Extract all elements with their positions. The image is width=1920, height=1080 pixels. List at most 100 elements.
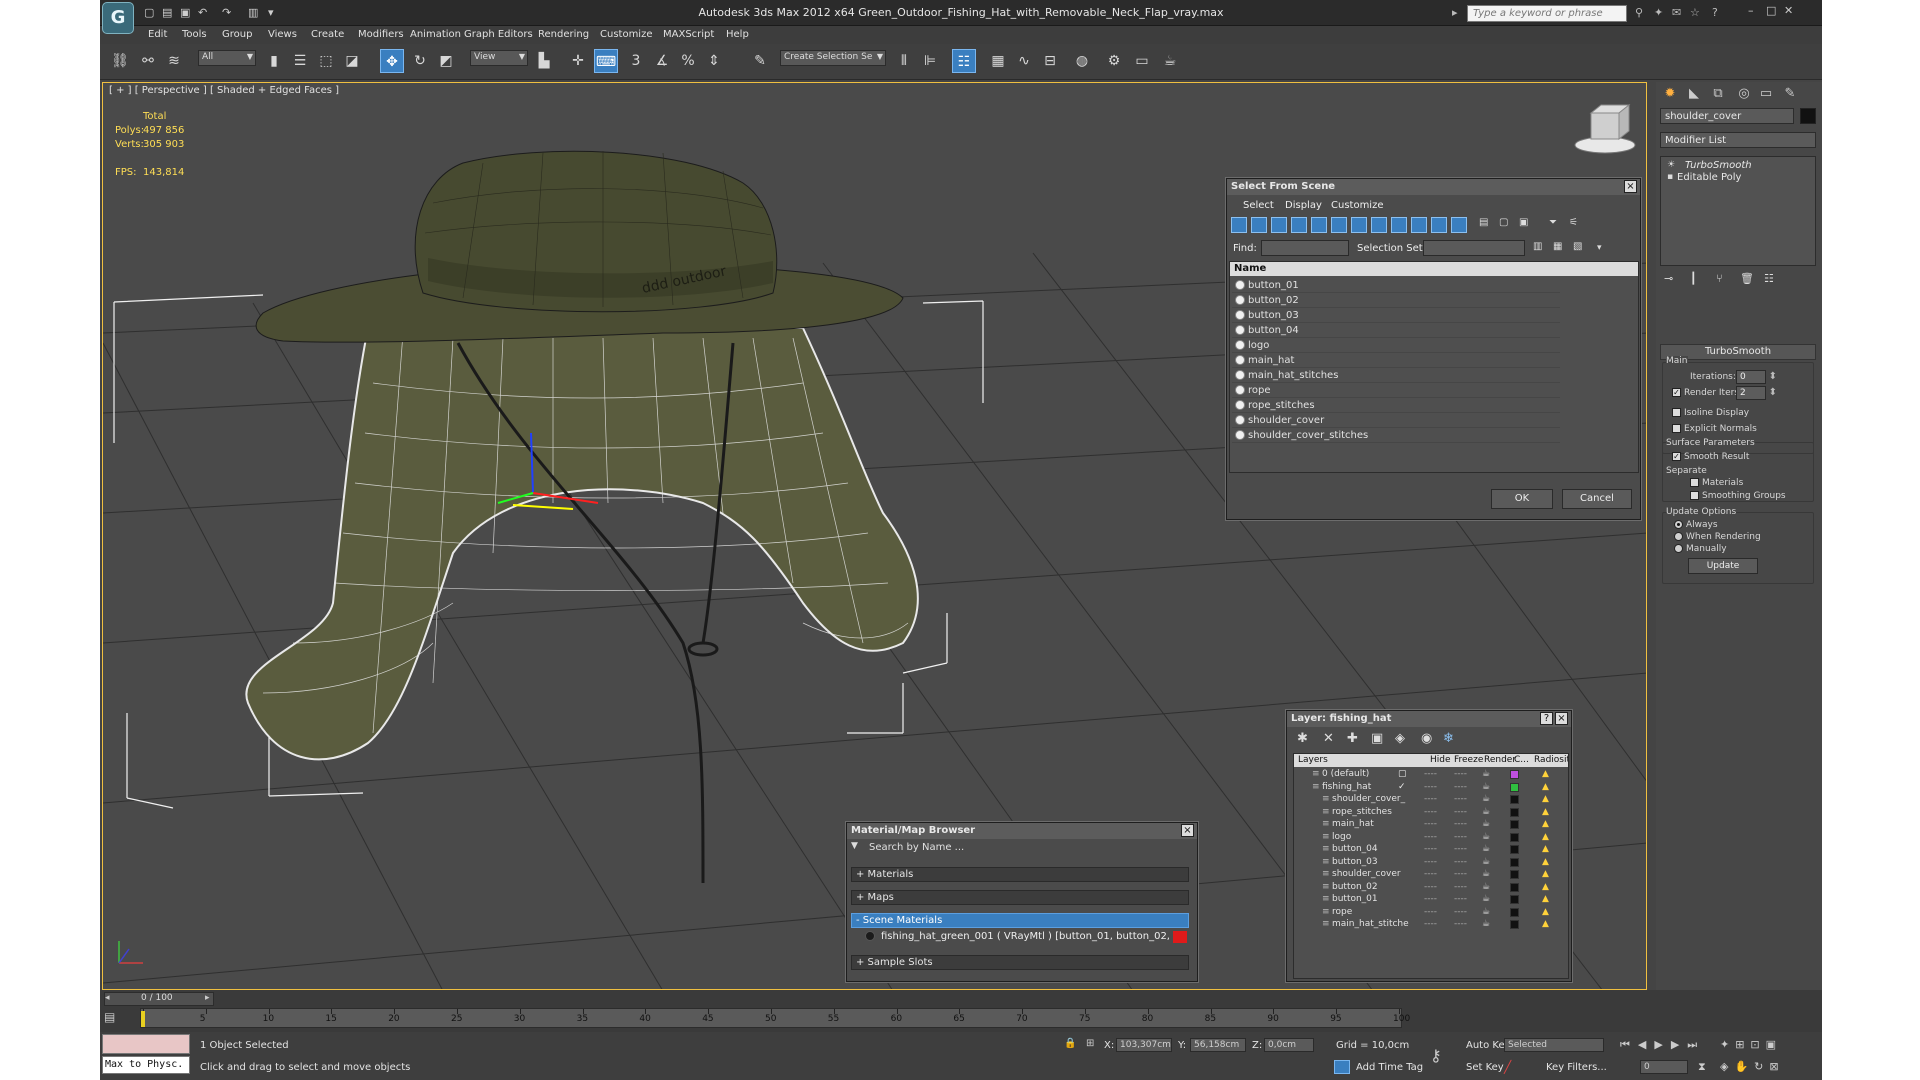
material-row[interactable]: fishing_hat_green_001 ( VRayMtl ) [butto… xyxy=(881,930,1173,944)
hide-toggle[interactable]: ---- xyxy=(1424,918,1437,931)
render-teapot-icon[interactable]: ☕ xyxy=(1482,818,1490,831)
freeze-toggle[interactable]: ---- xyxy=(1454,893,1467,906)
freeze-toggle[interactable]: ---- xyxy=(1454,781,1467,794)
maps-section[interactable]: + Maps xyxy=(851,890,1189,905)
viewport-label[interactable]: [ + ] [ Perspective ] [ Shaded + Edged F… xyxy=(109,85,339,96)
render-teapot-icon[interactable]: ☕ xyxy=(1482,806,1490,819)
mini-curve-icon[interactable]: ▤ xyxy=(104,1010,115,1024)
shapes-filter-icon[interactable] xyxy=(1251,217,1267,233)
col-hide[interactable]: Hide xyxy=(1430,755,1451,765)
snap-icon[interactable]: 3 xyxy=(624,49,648,73)
reference-coord-dropdown[interactable]: View xyxy=(470,50,528,66)
select-in-layer-icon[interactable]: ▣ xyxy=(1371,731,1383,746)
hide-toggle[interactable]: ---- xyxy=(1424,856,1437,869)
table-row[interactable]: ≡ main_hat_stitche ---- ---- ☕ ▲ xyxy=(1300,918,1564,931)
menu-customize[interactable]: Customize xyxy=(1331,200,1384,211)
menu-tools[interactable]: Tools xyxy=(182,29,207,40)
project-folder-icon[interactable]: ▥ xyxy=(248,6,258,19)
close-icon[interactable]: × xyxy=(1555,712,1568,725)
prev-frame-icon[interactable]: ◂ xyxy=(105,993,110,1003)
hide-all-icon[interactable]: ◉ xyxy=(1421,731,1432,746)
display-tab-icon[interactable]: ▭ xyxy=(1756,86,1776,104)
expand-icon[interactable]: ▪ xyxy=(1667,172,1673,182)
rotate-icon[interactable]: ↻ xyxy=(408,49,432,73)
layer-color-swatch[interactable] xyxy=(1510,857,1519,867)
communication-icon[interactable]: ✉ xyxy=(1672,6,1681,19)
render-teapot-icon[interactable]: ☕ xyxy=(1482,843,1490,856)
schematic-icon[interactable]: ⊟ xyxy=(1038,49,1062,73)
quick-access-dropdown-icon[interactable]: ▾ xyxy=(268,6,274,19)
pin-stack-icon[interactable]: ⊸ xyxy=(1664,272,1673,285)
radiosity-icon[interactable]: ▲ xyxy=(1542,893,1549,906)
y-coordinate-field[interactable]: 56,158cm xyxy=(1190,1038,1246,1052)
bind-spacewarp-icon[interactable]: ≋ xyxy=(162,49,186,73)
key-filters-button[interactable]: Key Filters... xyxy=(1546,1062,1607,1073)
find-input[interactable] xyxy=(1261,240,1349,256)
filter-options-icon[interactable]: ⚟ xyxy=(1569,217,1583,233)
more-options-icon[interactable]: ▾ xyxy=(1597,243,1602,253)
curve-editor-icon[interactable]: ∿ xyxy=(1012,49,1036,73)
utilities-tab-icon[interactable]: ✎ xyxy=(1780,86,1800,104)
trackbar[interactable]: 5 10 15 20 25 30 35 40 45 50 55 60 65 70 75 80 85 90 95 100 xyxy=(140,1008,1410,1028)
menu-select[interactable]: Select xyxy=(1243,200,1274,211)
hide-toggle[interactable]: ---- xyxy=(1424,893,1437,906)
iterations-spinner[interactable]: 0 xyxy=(1736,370,1777,384)
layer-color-swatch[interactable] xyxy=(1510,795,1519,804)
time-slider[interactable]: ◂ 0 / 100 ▸ xyxy=(104,992,214,1006)
radiosity-icon[interactable]: ▲ xyxy=(1542,768,1549,781)
menu-create[interactable]: Create xyxy=(311,29,344,40)
highlight-layer-icon[interactable]: ◈ xyxy=(1395,731,1405,746)
render-icon[interactable]: ☕ xyxy=(1158,49,1182,73)
radiosity-icon[interactable]: ▲ xyxy=(1542,806,1549,819)
materials-section[interactable]: + Materials xyxy=(851,867,1189,882)
layer-color-swatch[interactable] xyxy=(1510,907,1519,917)
angle-snap-icon[interactable]: ∡ xyxy=(650,49,674,73)
select-by-name-icon[interactable]: ☰ xyxy=(288,49,312,73)
menu-customize[interactable]: Customize xyxy=(600,29,653,40)
edit-named-selection-icon[interactable]: ✎ xyxy=(748,49,772,73)
add-to-layer-icon[interactable]: ✚ xyxy=(1347,731,1358,746)
render-teapot-icon[interactable]: ☕ xyxy=(1482,906,1490,919)
display-all-icon[interactable]: ▤ xyxy=(1479,217,1493,233)
current-layer-check-icon[interactable]: ✓ xyxy=(1398,781,1406,794)
render-teapot-icon[interactable]: ☕ xyxy=(1482,768,1490,781)
select-set-icon[interactable]: ▦ xyxy=(1553,241,1562,252)
material-editor-icon[interactable]: ◍ xyxy=(1070,49,1094,73)
hidden-filter-icon[interactable] xyxy=(1451,217,1467,233)
show-end-result-icon[interactable]: ┃ xyxy=(1690,272,1697,285)
table-row[interactable]: ≡ shoulder_cover ---- ---- ☕ ▲ xyxy=(1300,868,1564,881)
search-by-name-input[interactable]: Search by Name ... xyxy=(867,840,1193,855)
object-name-field[interactable]: shoulder_cover xyxy=(1660,108,1794,124)
layer-color-swatch[interactable] xyxy=(1510,882,1519,892)
hide-toggle[interactable]: ---- xyxy=(1424,868,1437,881)
rendered-frame-icon[interactable]: ▭ xyxy=(1130,49,1154,73)
col-radiosity[interactable]: Radiosity xyxy=(1534,755,1568,765)
selection-set-dropdown[interactable] xyxy=(1423,240,1525,256)
render-teapot-icon[interactable]: ☕ xyxy=(1482,893,1490,906)
freeze-toggle[interactable]: ---- xyxy=(1454,768,1467,781)
radiosity-icon[interactable]: ▲ xyxy=(1542,881,1549,894)
layer-color-swatch[interactable] xyxy=(1510,920,1519,929)
col-freeze[interactable]: Freeze xyxy=(1454,755,1483,765)
radiosity-icon[interactable]: ▲ xyxy=(1542,906,1549,919)
freeze-all-icon[interactable]: ❄ xyxy=(1443,731,1454,746)
render-teapot-icon[interactable]: ☕ xyxy=(1482,881,1490,894)
named-selection-dropdown[interactable]: Create Selection Se xyxy=(780,50,886,66)
list-item[interactable]: button_03 xyxy=(1232,308,1560,323)
freeze-toggle[interactable]: ---- xyxy=(1454,906,1467,919)
bones-filter-icon[interactable] xyxy=(1391,217,1407,233)
add-time-tag[interactable]: Add Time Tag xyxy=(1356,1062,1423,1073)
freeze-toggle[interactable]: ---- xyxy=(1454,881,1467,894)
geometry-filter-icon[interactable] xyxy=(1231,217,1247,233)
list-item[interactable]: button_01 xyxy=(1232,278,1560,293)
maximize-icon[interactable]: □ xyxy=(1766,4,1776,17)
smoothing-groups-checkbox[interactable] xyxy=(1690,491,1699,500)
key-selection-dropdown[interactable]: Selected xyxy=(1504,1038,1604,1052)
col-render[interactable]: Render xyxy=(1484,755,1516,765)
layer-color-swatch[interactable] xyxy=(1510,807,1519,817)
current-layer-box-icon[interactable]: ▢ xyxy=(1398,768,1407,781)
filter-icon[interactable]: ⏷ xyxy=(1549,217,1563,233)
menu-edit[interactable]: Edit xyxy=(148,29,167,40)
render-teapot-icon[interactable]: ☕ xyxy=(1482,918,1490,931)
percent-snap-icon[interactable]: % xyxy=(676,49,700,73)
